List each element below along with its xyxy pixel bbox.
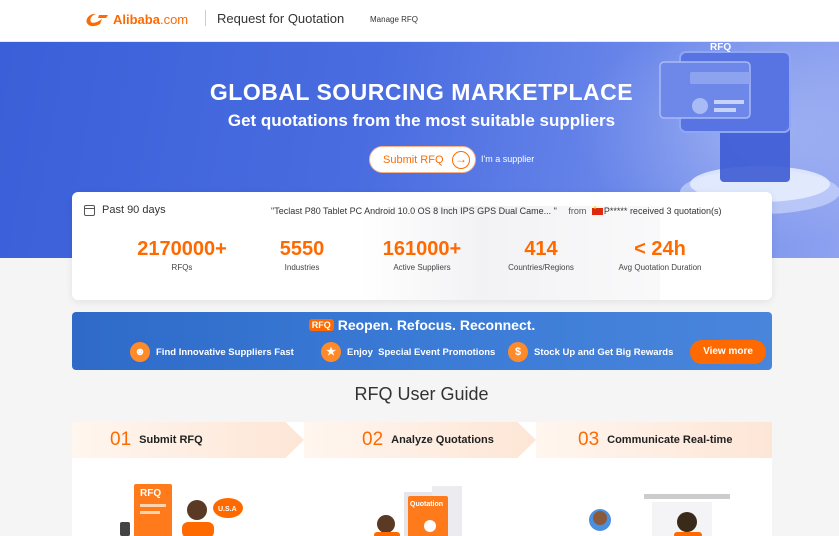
rfq-ticker[interactable]: "Teclast P80 Tablet PC Android 10.0 OS 8… <box>271 205 722 216</box>
submit-rfq-illustration: RFQ U.S.A <box>120 484 243 536</box>
step-submit-rfq: 01 Submit RFQ <box>110 422 203 458</box>
rfq-card-label: RFQ <box>140 488 161 499</box>
guide-title: RFQ User Guide <box>354 384 489 404</box>
promo-item-suppliers: ☻ Find Innovative Suppliers Fast <box>130 342 294 362</box>
rfq-tag-icon: RFQ <box>308 319 334 331</box>
stat-label: Countries/Regions <box>508 263 574 272</box>
promo-item-label: Find Innovative Suppliers Fast <box>156 346 294 358</box>
step-communicate: 03 Communicate Real-time <box>578 422 732 458</box>
communicate-illustration <box>589 494 730 536</box>
top-header: Alibaba.com Request for Quotation Manage… <box>0 0 839 42</box>
promo-item-promotions: ★ Enjoy Special Event Promotions <box>321 342 495 362</box>
stat-value: 414 <box>524 238 558 260</box>
stats-period-label: Past 90 days <box>102 204 166 216</box>
step-analyze-quotations: 02 Analyze Quotations <box>362 422 494 458</box>
dollar-icon: $ <box>508 342 528 362</box>
stat-label: Avg Quotation Duration <box>618 263 702 272</box>
promo-item-rewards: $ Stock Up and Get Big Rewards <box>508 342 673 362</box>
stat-countries: 414 Countries/Regions <box>497 238 585 272</box>
stat-industries: 5550 Industries <box>257 238 347 272</box>
ticker-result: received 3 quotation(s) <box>629 206 722 216</box>
step-number: 03 <box>578 429 600 450</box>
step-label: Analyze Quotations <box>391 434 494 446</box>
tag-icon: ★ <box>321 342 341 362</box>
stats-card: Past 90 days "Teclast P80 Tablet PC Andr… <box>72 192 772 300</box>
step-number: 01 <box>110 429 132 450</box>
stat-avg-duration: < 24h Avg Quotation Duration <box>602 238 718 272</box>
arrow-right-icon: → <box>452 151 470 169</box>
quotation-card-label: Quotation <box>410 501 443 508</box>
step-number: 02 <box>362 429 384 450</box>
stat-rfqs: 2170000+ RFQs <box>132 238 232 272</box>
header-divider <box>205 10 206 26</box>
promo-banner[interactable]: RFQ Reopen. Refocus. Reconnect. ☻ Find In… <box>72 312 772 370</box>
hero-subtitle: Get quotations from the most suitable su… <box>227 111 616 130</box>
alibaba-logo[interactable]: Alibaba.com <box>84 9 188 29</box>
alibaba-logo-icon <box>84 10 110 28</box>
calendar-icon <box>84 204 95 216</box>
promo-item-label: Enjoy Special Event Promotions <box>347 346 496 358</box>
ticker-from: from <box>568 206 587 216</box>
ticker-buyer: P***** <box>603 206 628 216</box>
submit-rfq-button[interactable]: Submit RFQ → <box>369 146 476 173</box>
promo-headline-text: Reopen. Refocus. Reconnect. <box>337 317 536 333</box>
stat-value: 5550 <box>279 238 325 260</box>
analyze-quotations-illustration: Quotation <box>374 486 462 536</box>
stat-active-suppliers: 161000+ Active Suppliers <box>367 238 477 272</box>
stat-value: 161000+ <box>382 238 462 260</box>
stat-label: Active Suppliers <box>393 263 451 272</box>
stat-value: 2170000+ <box>137 238 227 260</box>
logo-text: Alibaba.com <box>113 11 189 27</box>
illustration-rfq-label: RFQ <box>710 42 731 53</box>
manage-rfq-link[interactable]: Manage RFQ <box>370 15 418 24</box>
submit-rfq-label: Submit RFQ <box>383 153 444 166</box>
stats-period: Past 90 days <box>84 204 166 216</box>
view-more-button[interactable]: View more <box>690 340 766 364</box>
promo-headline: RFQ Reopen. Refocus. Reconnect. <box>72 317 772 333</box>
hero-title: GLOBAL SOURCING MARKETPLACE <box>209 79 634 105</box>
step-label: Communicate Real-time <box>607 434 733 446</box>
speech-bubble-label: U.S.A <box>218 506 237 513</box>
stat-label: RFQs <box>171 263 193 272</box>
china-flag-icon <box>591 205 603 216</box>
stat-label: Industries <box>284 263 320 272</box>
guide-steps: 01 Submit RFQ 02 Analyze Quotations 03 C… <box>72 422 772 536</box>
step-label: Submit RFQ <box>139 434 203 446</box>
promo-item-label: Stock Up and Get Big Rewards <box>534 346 674 358</box>
people-icon: ☻ <box>130 342 150 362</box>
page-title: Request for Quotation <box>217 11 345 26</box>
supplier-link[interactable]: I'm a supplier <box>481 154 534 164</box>
stat-value: < 24h <box>634 238 686 260</box>
ticker-quote: "Teclast P80 Tablet PC Android 10.0 OS 8… <box>271 206 557 216</box>
